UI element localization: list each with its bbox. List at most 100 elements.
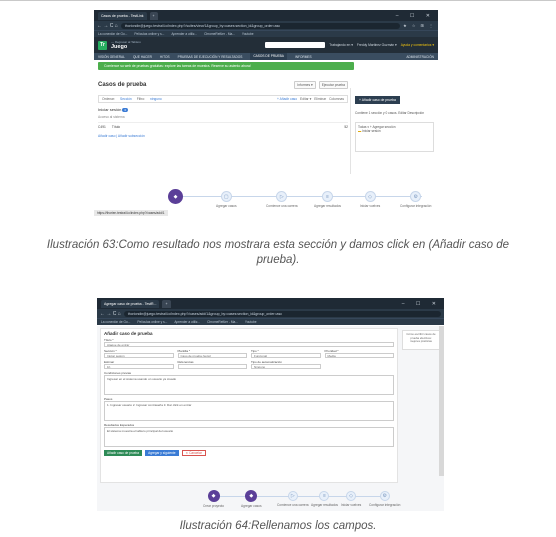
order-select[interactable]: Sección <box>120 97 132 101</box>
nav-reports[interactable]: INFORMES <box>295 55 312 59</box>
workflow-step-active[interactable]: ◆ Crear proyecto <box>203 490 224 508</box>
screenshot-test-cases: Casos de prueba - TestLink + – ☐ ✕ ← → C… <box>94 10 438 216</box>
case-id[interactable]: C491 <box>98 125 106 129</box>
step-icon: ⚙ <box>379 491 390 501</box>
bookmark[interactable]: La conexión de Go... <box>101 320 130 324</box>
step-label: Agregar resultados <box>314 204 341 208</box>
step-icon: ▢ <box>220 191 232 202</box>
scrollbar[interactable] <box>439 326 444 476</box>
step-label: Configurar integración <box>400 204 432 208</box>
new-tab-button[interactable]: + <box>149 11 158 20</box>
step-label: Iniciar vuelves <box>360 204 381 208</box>
section-tree: Todas ▾ + Agregar sección ▬ Iniciar sesi… <box>355 122 434 152</box>
workflow-step[interactable]: ≡ Agregar resultados <box>311 491 338 507</box>
search-input[interactable] <box>265 42 326 48</box>
delete-button[interactable]: Eliminar <box>314 97 326 101</box>
references-field[interactable] <box>177 364 247 369</box>
nav-buttons[interactable]: ← → C ⌂ <box>97 23 118 29</box>
edit-button[interactable]: Editar ▾ <box>300 97 311 101</box>
tree-item[interactable]: Iniciar sesión <box>362 129 381 133</box>
caption-figure-64: Ilustración 64:Rellenamos los campos. <box>179 520 377 532</box>
address-bar[interactable]: thoriondin@juego.testrail.io/index.php?/… <box>120 22 401 29</box>
step-label: Comience una carrera <box>266 204 298 208</box>
bookmark[interactable]: La conexión de Go... <box>98 32 127 36</box>
run-test-button[interactable]: Ejecutar prueba <box>318 81 348 89</box>
workflow-step[interactable]: ▢ Agregar casos <box>216 191 237 208</box>
step-label: Agregar casos <box>216 204 237 208</box>
workflow-steps: ◆ ▢ Agregar casos ▷ Comience una carrera… <box>94 188 438 208</box>
browser-toolbar: ← → C ⌂ thoriondin@juego.testrail.io/ind… <box>94 21 438 30</box>
workflow-step[interactable]: ⚙ Configurar integración <box>400 191 431 208</box>
workflow-step[interactable]: ▷ Comience una carrera <box>277 491 309 507</box>
preconditions-field[interactable]: Ingresar en el sistema usando un usuario… <box>104 375 394 395</box>
nav-test-runs[interactable]: PRUEBAS DE EJECUCIÓN Y RESULTADOS <box>178 55 243 59</box>
bookmark[interactable]: Youtube <box>242 32 254 36</box>
step-label: Comience una carrera <box>277 503 309 507</box>
add-test-case-button[interactable]: Añadir caso de prueba <box>104 450 143 456</box>
step-icon: ◇ <box>364 191 376 202</box>
bookmark[interactable]: Aprender a utiliz... <box>171 32 197 36</box>
browser-tab[interactable]: Casos de prueba - TestLink <box>98 11 147 20</box>
nav-todo[interactable]: QUE HACER <box>133 55 152 59</box>
workflow-step[interactable]: ▷ Comience una carrera <box>266 191 298 208</box>
reports-button[interactable]: Informes ▾ <box>294 81 316 89</box>
caption-text: Ilustración 63:Como resultado nos mostra… <box>46 239 510 266</box>
toolbar-icons[interactable]: ★ ☆ ⊞ ⋮ <box>403 23 435 28</box>
trial-banner[interactable]: Comience su web de pruebas gratuitas: ex… <box>98 62 354 70</box>
section-header[interactable]: Iniciar sesión 0 <box>98 107 348 112</box>
steps-field[interactable]: 1. Ingresar usuario 2. Ingresar contrase… <box>104 401 394 421</box>
filter-select[interactable]: ninguno <box>150 97 162 101</box>
automation-select[interactable]: Ninguno <box>251 364 321 369</box>
filter-label: Filtro: <box>136 97 145 101</box>
estimate-field[interactable]: 1h <box>104 364 174 369</box>
app-header: Tr — Regresar al Tablero Juego Trabajand… <box>94 37 438 53</box>
bookmark[interactable]: Películas online y s... <box>137 320 167 324</box>
bookmark[interactable]: ChromeRefüer - Ma... <box>204 32 235 36</box>
columns-button[interactable]: Columnas <box>329 97 344 101</box>
workflow-step[interactable]: ⚙ Configurar integración <box>369 491 400 507</box>
nav-milestones[interactable]: HITOS <box>160 55 170 59</box>
add-case-button[interactable]: + Añadir caso <box>277 97 297 101</box>
add-and-next-button[interactable]: Agregar y siguiente <box>145 450 179 456</box>
page-actions: Informes ▾ Ejecutar prueba <box>294 81 348 89</box>
window-controls[interactable]: – ☐ ✕ <box>396 13 438 19</box>
browser-toolbar: ← → C ⌂ thoriondin@juego.testrail.io/ind… <box>97 309 444 318</box>
expected-field[interactable]: El sistema muestra el tablero principal … <box>104 427 394 447</box>
step-icon: ◇ <box>346 491 357 501</box>
window-controls[interactable]: – ☐ ✕ <box>402 301 444 307</box>
workflow-step[interactable]: ◆ Agregar casos <box>241 490 262 508</box>
address-bar[interactable]: thoriondin@juego.testrail.io/index.php?/… <box>123 310 441 317</box>
help-menu[interactable]: Ayuda y comentarios ▾ <box>401 43 434 47</box>
table-row[interactable]: C491 Título 52 <box>98 122 348 129</box>
nav-administration[interactable]: ADMINISTRACIÓN <box>406 55 434 59</box>
cancel-button[interactable]: ✕ Cancelar <box>181 450 206 456</box>
workflow-step[interactable]: ◇ Iniciar vuelves <box>360 191 380 208</box>
case-title[interactable]: Título <box>112 125 120 129</box>
section-count-badge: 0 <box>122 108 129 112</box>
nav-buttons[interactable]: ← → C ⌂ <box>100 311 121 317</box>
add-case-page: Añadir caso de prueba Título * Ataque de… <box>97 326 444 511</box>
add-test-case-button[interactable]: + Añadir caso de prueba <box>355 96 400 104</box>
workflow-step[interactable]: ◇ Iniciar vuelves <box>341 491 361 507</box>
main-nav: VISIÓN GENERAL QUE HACER HITOS PRUEBAS D… <box>94 53 438 60</box>
step-icon: ⚙ <box>410 191 422 202</box>
working-on-menu[interactable]: Trabajando en ▾ <box>329 43 353 47</box>
workflow-step[interactable]: ≡ Agregar resultados <box>314 191 341 208</box>
step-icon: ≡ <box>319 491 330 501</box>
user-menu[interactable]: Freddy Martinez Guzmán ▾ <box>357 43 397 47</box>
case-count: 52 <box>344 125 348 129</box>
bookmark[interactable]: Youtube <box>245 320 257 324</box>
new-tab-button[interactable]: + <box>162 299 171 308</box>
workflow-step-active[interactable]: ◆ <box>168 189 183 204</box>
project-switcher[interactable]: — Regresar al Tablero Juego <box>111 40 141 50</box>
bookmark[interactable]: Películas online y s... <box>134 32 164 36</box>
help-tip[interactable]: Cómo escribir casos de prueba efectivos:… <box>402 330 440 350</box>
bookmark[interactable]: Aprender a utiliz... <box>174 320 200 324</box>
test-cases-main: Casos de prueba Informes ▾ Ejecutar prue… <box>98 78 348 170</box>
bookmark[interactable]: ChromeRefüer - Ma... <box>207 320 238 324</box>
nav-overview[interactable]: VISIÓN GENERAL <box>98 55 125 59</box>
browser-tab[interactable]: Agregar caso de prueba - TestR... <box>101 299 160 308</box>
add-links[interactable]: Añadir caso | Añadir subsección <box>98 134 348 138</box>
app-logo[interactable]: Tr <box>98 40 107 50</box>
nav-test-cases[interactable]: CASOS DE PRUEBA <box>250 53 287 60</box>
